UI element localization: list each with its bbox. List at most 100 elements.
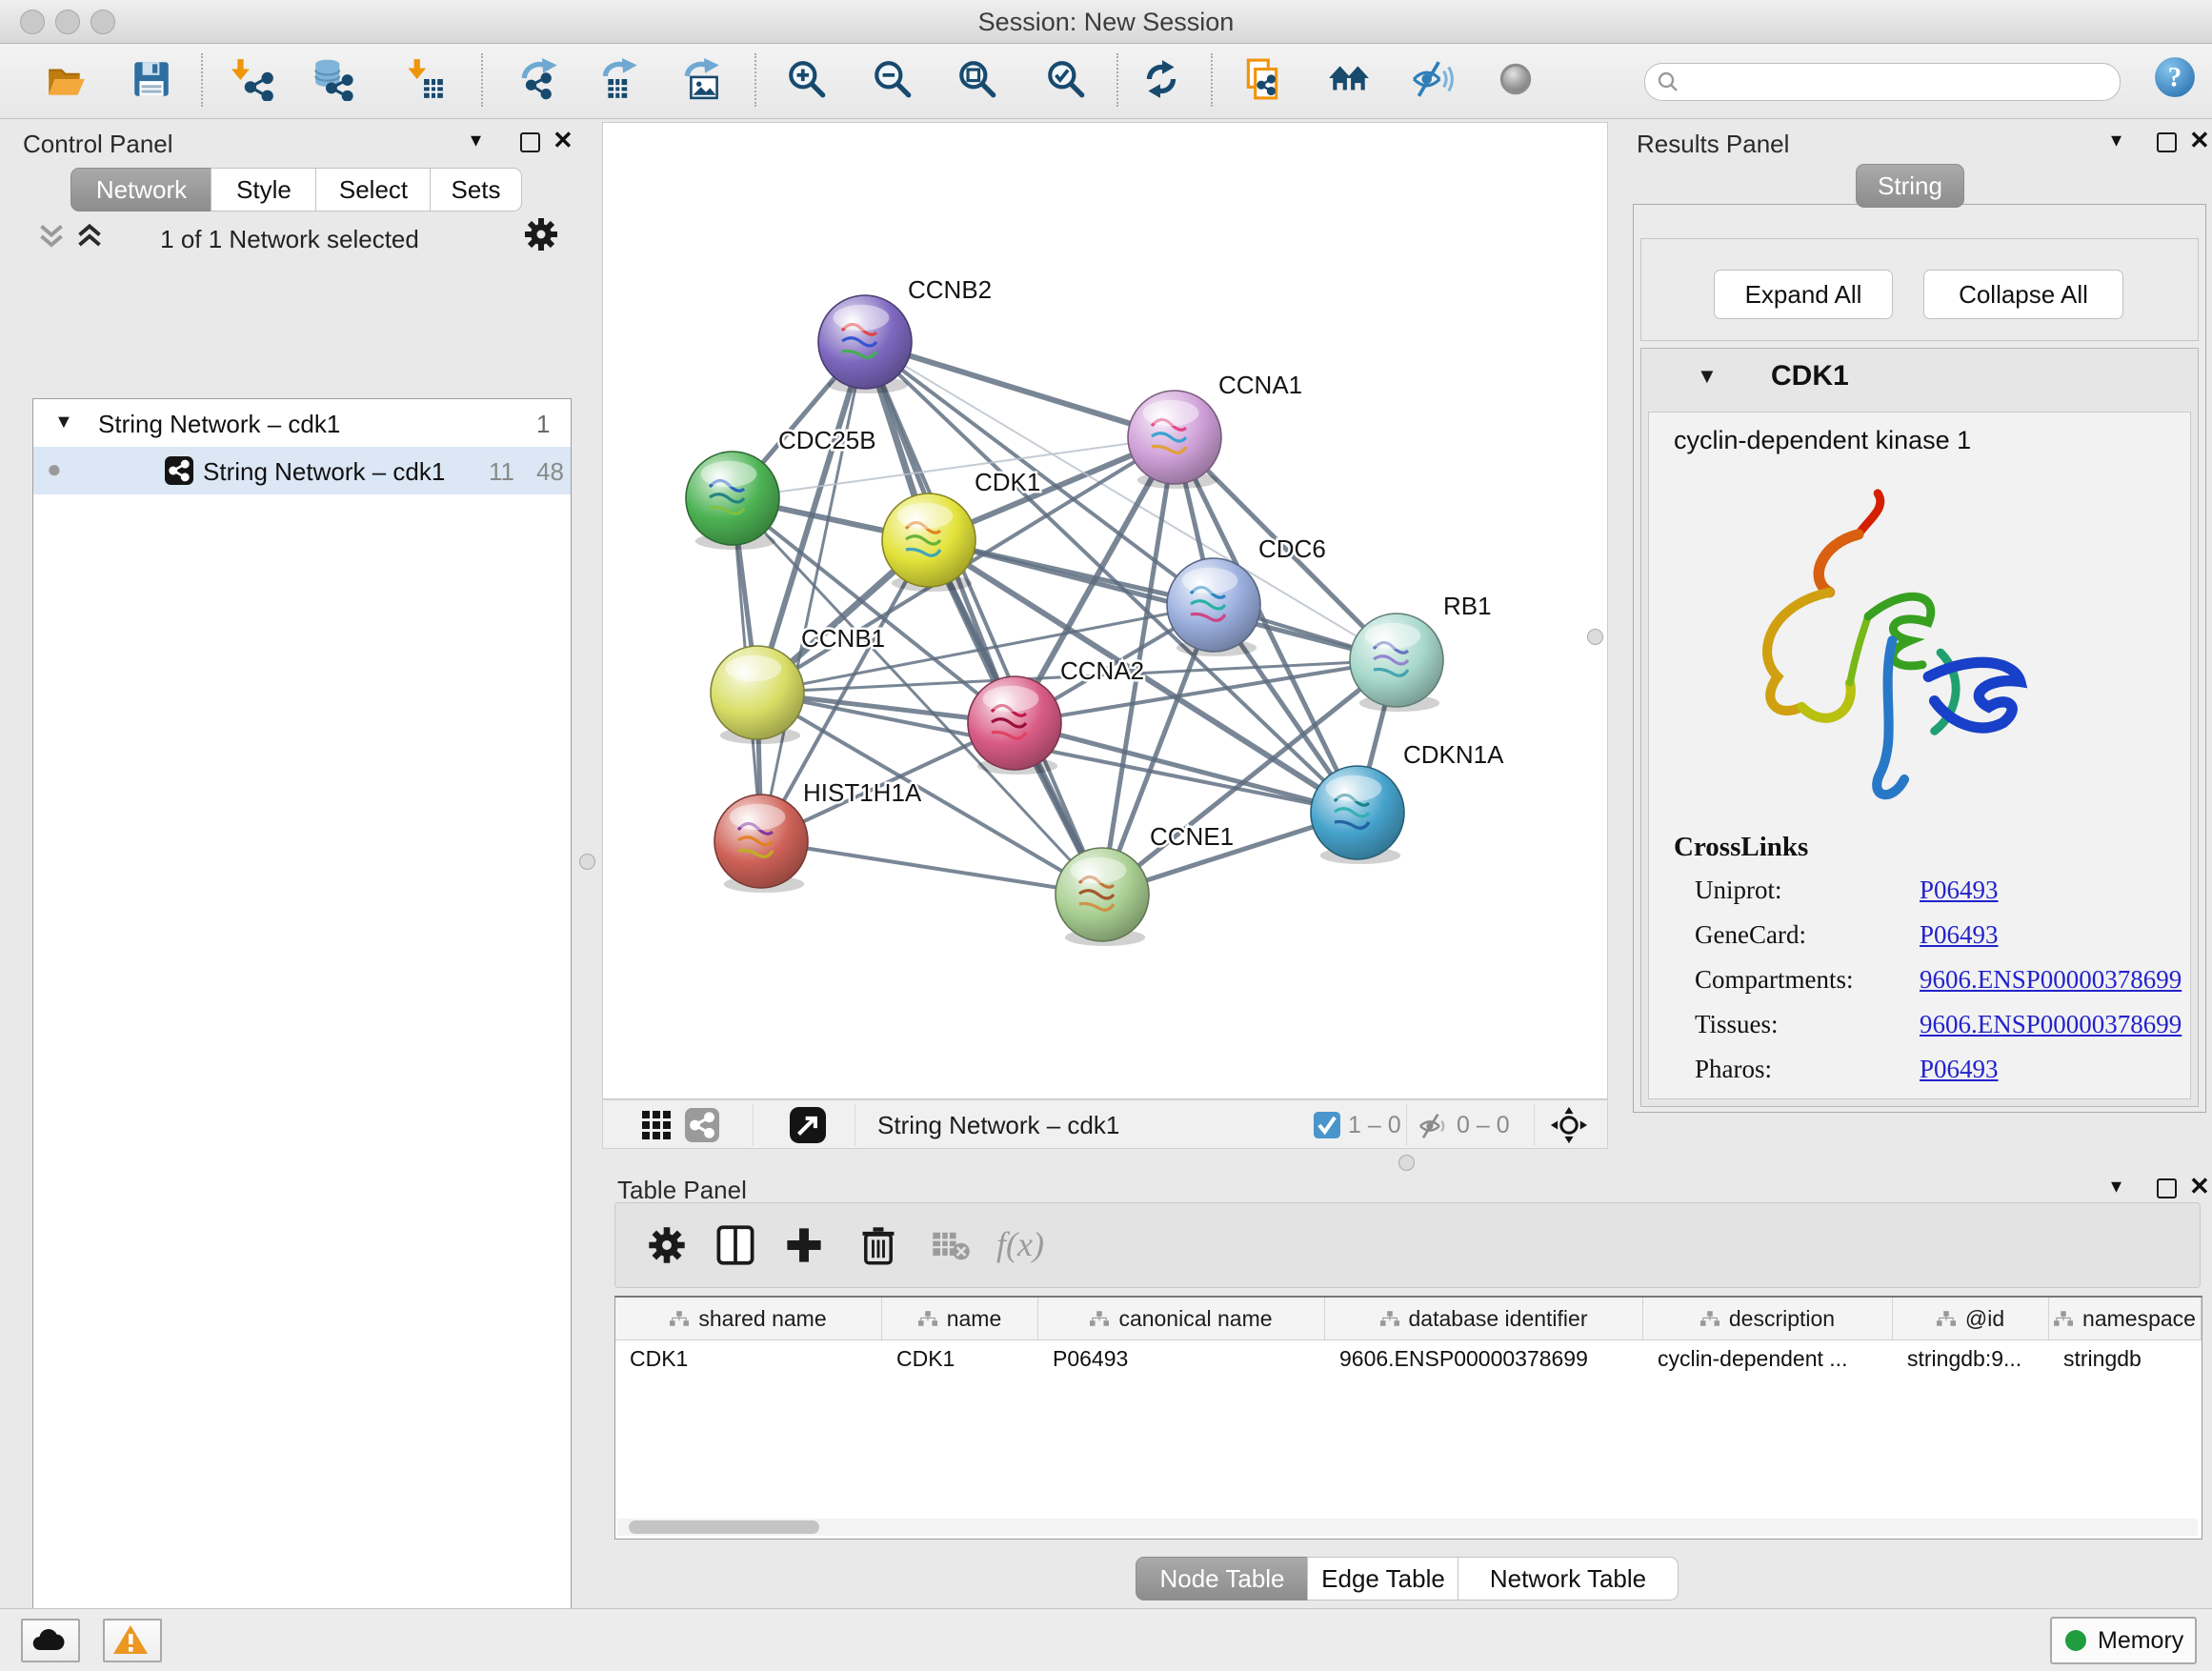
network-node[interactable] [1311, 766, 1404, 864]
collapse-all-button[interactable]: Collapse All [1923, 270, 2123, 319]
table-cell[interactable]: cyclin-dependent ... [1643, 1339, 1893, 1378]
tab-select[interactable]: Select [315, 168, 432, 211]
import-network-database-button[interactable] [311, 57, 354, 101]
network-node[interactable] [1056, 848, 1149, 946]
horizontal-splitter-handle[interactable] [1398, 1155, 1415, 1171]
panel-close-icon[interactable]: ✕ [2189, 126, 2210, 155]
section-expander-icon[interactable]: ▼ [1697, 364, 1718, 389]
gear-icon[interactable] [522, 215, 560, 253]
tab-sets[interactable]: Sets [430, 168, 522, 211]
expand-all-button[interactable]: Expand All [1714, 270, 1893, 319]
eye-button[interactable] [1494, 57, 1538, 101]
grid-view-icon[interactable] [641, 1110, 672, 1140]
search-text-field[interactable] [1687, 66, 2110, 98]
memory-button[interactable]: Memory [2050, 1617, 2197, 1664]
tab-network[interactable]: Network [70, 168, 212, 211]
network-node[interactable] [1128, 391, 1221, 489]
refresh-button[interactable] [1139, 57, 1183, 101]
network-node[interactable] [711, 646, 804, 744]
export-table-button[interactable] [600, 57, 644, 101]
crosslink-row: Uniprot:P06493 [1695, 876, 1782, 905]
zoom-selected-button[interactable] [1044, 57, 1088, 101]
selected-checkbox-icon[interactable] [1314, 1112, 1340, 1138]
panel-collapse-icon[interactable]: ▾ [471, 128, 481, 152]
horizontal-scrollbar[interactable] [617, 1519, 2198, 1536]
show-columns-icon[interactable] [714, 1224, 756, 1266]
table-cell[interactable]: 9606.ENSP00000378699 [1325, 1339, 1643, 1378]
network-node[interactable] [1350, 614, 1443, 712]
panel-float-icon[interactable] [2157, 132, 2177, 152]
column-header[interactable]: @id [1893, 1298, 2049, 1339]
column-header[interactable]: name [882, 1298, 1038, 1339]
table-row[interactable]: CDK1CDK1P064939606.ENSP00000378699cyclin… [615, 1339, 2202, 1378]
clone-network-button[interactable] [1240, 57, 1284, 101]
search-input[interactable] [1644, 63, 2121, 101]
panel-collapse-icon[interactable]: ▾ [2111, 128, 2122, 152]
tab-style[interactable]: Style [211, 168, 317, 211]
network-node[interactable] [714, 795, 808, 893]
panel-collapse-icon[interactable]: ▾ [2111, 1174, 2122, 1198]
network-edge[interactable] [865, 342, 1102, 895]
crosslink-label: Compartments: [1695, 965, 1853, 994]
warning-status-button[interactable] [103, 1619, 162, 1662]
table-cell[interactable]: CDK1 [882, 1339, 1038, 1378]
export-network-button[interactable] [519, 57, 563, 101]
network-edge[interactable] [929, 540, 1397, 660]
column-header[interactable]: description [1643, 1298, 1893, 1339]
table-cell[interactable]: stringdb [2049, 1339, 2202, 1378]
export-image-button[interactable] [682, 57, 726, 101]
tab-string[interactable]: String [1856, 164, 1964, 208]
birdseye-home-button[interactable] [1327, 57, 1371, 101]
import-table-button[interactable] [401, 57, 445, 101]
crosslink-link[interactable]: 9606.ENSP00000378699 [1920, 1010, 2182, 1039]
right-splitter-handle[interactable] [1587, 629, 1603, 645]
panel-close-icon[interactable]: ✕ [2189, 1172, 2210, 1201]
network-badge-gray-icon[interactable] [685, 1108, 719, 1142]
table-cell[interactable]: stringdb:9... [1893, 1339, 2049, 1378]
table-cell[interactable]: CDK1 [615, 1339, 882, 1378]
column-header[interactable]: namespace [2049, 1298, 2202, 1339]
table-gear-icon[interactable] [646, 1224, 688, 1266]
panel-close-icon[interactable]: ✕ [553, 126, 573, 155]
add-column-icon[interactable] [783, 1224, 825, 1266]
panel-float-icon[interactable] [2157, 1178, 2177, 1198]
crosslink-link[interactable]: P06493 [1920, 1055, 1999, 1084]
tab-network-table[interactable]: Network Table [1458, 1557, 1679, 1601]
crosslink-link[interactable]: P06493 [1920, 920, 1999, 950]
tree-expander-icon[interactable]: ▼ [54, 412, 73, 433]
column-header[interactable]: shared name [615, 1298, 882, 1339]
help-button[interactable]: ? [2153, 55, 2197, 99]
network-row-selected[interactable]: ● String Network – cdk1 11 48 [33, 447, 571, 494]
network-node[interactable] [882, 493, 975, 592]
zoom-fit-button[interactable] [955, 57, 999, 101]
panel-float-icon[interactable] [520, 132, 540, 152]
scrollbar-thumb[interactable] [629, 1520, 819, 1534]
import-network-file-button[interactable] [231, 57, 274, 101]
save-session-button[interactable] [130, 57, 173, 101]
tab-edge-table[interactable]: Edge Table [1307, 1557, 1459, 1601]
left-splitter-handle[interactable] [579, 854, 595, 870]
node-label: CCNA2 [1060, 656, 1144, 685]
crosslink-link[interactable]: 9606.ENSP00000378699 [1920, 965, 2182, 995]
network-collection-row[interactable]: ▼ String Network – cdk1 1 [33, 399, 571, 447]
tab-node-table[interactable]: Node Table [1136, 1557, 1309, 1601]
column-header[interactable]: database identifier [1325, 1298, 1643, 1339]
zoom-out-button[interactable] [871, 57, 915, 101]
collection-count: 1 [536, 410, 550, 439]
zoom-in-button[interactable] [785, 57, 829, 101]
crosslink-link[interactable]: P06493 [1920, 876, 1999, 905]
delete-column-icon[interactable] [857, 1224, 899, 1266]
cloud-status-button[interactable] [21, 1619, 80, 1662]
crosshair-icon[interactable] [1550, 1106, 1588, 1144]
gene-details: cyclin-dependent kinase 1 CrossLinks Uni… [1648, 412, 2191, 1099]
column-header[interactable]: canonical name [1038, 1298, 1325, 1339]
show-hide-graphics-button[interactable] [1411, 57, 1455, 101]
network-canvas[interactable]: CCNB2CCNA1CDC25BCDK1CDC6RB1CCNB1CCNA2CDK… [602, 122, 1608, 1099]
open-session-button[interactable] [44, 57, 88, 101]
crosslink-label: Uniprot: [1695, 876, 1782, 904]
network-edge[interactable] [761, 841, 1102, 895]
network-edge[interactable] [865, 342, 1175, 437]
table-cell[interactable]: P06493 [1038, 1339, 1325, 1378]
birdseye-icon[interactable] [790, 1107, 826, 1143]
network-node[interactable] [968, 676, 1061, 775]
